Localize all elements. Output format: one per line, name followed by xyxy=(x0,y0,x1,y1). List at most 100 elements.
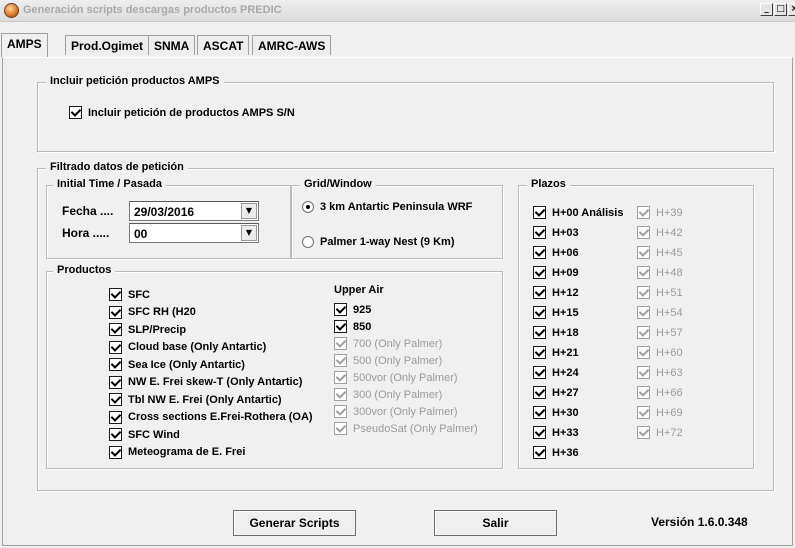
plazo-checkbox[interactable]: H+66 xyxy=(637,386,683,399)
tab-prod-ogimet[interactable]: Prod.Ogimet xyxy=(65,35,150,55)
upper-air-checkbox[interactable]: 300 (Only Palmer) xyxy=(334,388,442,401)
producto-checkbox[interactable]: Sea Ice (Only Antartic) xyxy=(109,358,245,371)
plazo-checkbox[interactable]: H+72 xyxy=(637,426,683,439)
checkbox-box[interactable] xyxy=(533,246,546,259)
plazo-checkbox[interactable]: H+06 xyxy=(533,246,579,259)
plazo-checkbox[interactable]: H+48 xyxy=(637,266,683,279)
plazo-checkbox[interactable]: H+69 xyxy=(637,406,683,419)
upper-air-checkbox[interactable]: PseudoSat (Only Palmer) xyxy=(334,422,478,435)
checkbox-box[interactable] xyxy=(109,445,122,459)
checkbox-box[interactable] xyxy=(334,405,347,418)
upper-air-checkbox[interactable]: 500 (Only Palmer) xyxy=(334,354,442,367)
checkbox-box[interactable] xyxy=(533,366,546,379)
radio-button[interactable] xyxy=(302,201,314,213)
plazo-checkbox[interactable]: H+24 xyxy=(533,366,579,379)
hora-dropdown[interactable]: 00 ▼ xyxy=(129,223,259,243)
checkbox-box[interactable] xyxy=(109,393,122,406)
incluir-amps-checkbox[interactable]: Incluir petición de productos AMPS S/N xyxy=(69,106,295,119)
checkbox-box[interactable] xyxy=(533,286,546,299)
salir-button[interactable]: Salir xyxy=(434,510,557,536)
checkbox-box[interactable] xyxy=(637,346,650,359)
checkbox-box[interactable] xyxy=(637,406,650,419)
producto-checkbox[interactable]: SFC RH (H20 xyxy=(109,305,196,319)
plazo-checkbox[interactable]: H+18 xyxy=(533,326,579,339)
plazo-checkbox[interactable]: H+54 xyxy=(637,306,683,319)
upper-air-checkbox[interactable]: 300vor (Only Palmer) xyxy=(334,405,458,418)
checkbox-box[interactable] xyxy=(637,286,650,299)
checkbox-box[interactable] xyxy=(109,410,122,424)
upper-air-checkbox[interactable]: 850 xyxy=(334,320,371,333)
checkbox-box[interactable] xyxy=(334,422,347,435)
plazo-checkbox[interactable]: H+33 xyxy=(533,426,579,439)
checkbox-box[interactable] xyxy=(637,386,650,399)
plazo-checkbox[interactable]: H+15 xyxy=(533,306,579,319)
producto-checkbox[interactable]: Meteograma de E. Frei xyxy=(109,445,245,459)
tab-ascat[interactable]: ASCAT xyxy=(197,35,250,55)
plazo-checkbox[interactable]: H+09 xyxy=(533,266,579,279)
plazo-checkbox[interactable]: H+63 xyxy=(637,366,683,379)
producto-checkbox[interactable]: SFC xyxy=(109,288,150,301)
checkbox-box[interactable] xyxy=(109,323,122,336)
minimize-button[interactable]: _ xyxy=(760,3,773,16)
checkbox-box[interactable] xyxy=(533,326,546,339)
plazo-checkbox[interactable]: H+00 Análisis xyxy=(533,206,623,219)
producto-checkbox[interactable]: Tbl NW E. Frei (Only Antartic) xyxy=(109,393,282,406)
producto-checkbox[interactable]: SLP/Precip xyxy=(109,323,186,336)
radio-palmer-nest[interactable]: Palmer 1-way Nest (9 Km) xyxy=(302,236,455,248)
checkbox-box[interactable] xyxy=(334,303,347,316)
radio-button[interactable] xyxy=(302,236,314,248)
checkbox-box[interactable] xyxy=(637,226,650,239)
checkbox-box[interactable] xyxy=(109,358,122,371)
tab-amrc-aws[interactable]: AMRC-AWS xyxy=(252,35,332,55)
plazo-checkbox[interactable]: H+30 xyxy=(533,406,579,419)
checkbox-box[interactable] xyxy=(109,375,122,389)
producto-checkbox[interactable]: SFC Wind xyxy=(109,428,180,441)
plazo-checkbox[interactable]: H+42 xyxy=(637,226,683,239)
checkbox-box[interactable] xyxy=(637,366,650,379)
plazo-checkbox[interactable]: H+60 xyxy=(637,346,683,359)
maximize-button[interactable]: □ xyxy=(774,3,787,16)
checkbox-box[interactable] xyxy=(533,346,546,359)
radio-3km-antartic[interactable]: 3 km Antartic Peninsula WRF xyxy=(302,201,472,213)
checkbox-box[interactable] xyxy=(533,226,546,239)
checkbox-box[interactable] xyxy=(533,206,546,219)
upper-air-checkbox[interactable]: 500vor (Only Palmer) xyxy=(334,371,458,384)
checkbox-box[interactable] xyxy=(69,106,82,119)
checkbox-box[interactable] xyxy=(109,428,122,441)
checkbox-box[interactable] xyxy=(533,386,546,399)
checkbox-box[interactable] xyxy=(109,288,122,301)
plazo-checkbox[interactable]: H+27 xyxy=(533,386,579,399)
checkbox-box[interactable] xyxy=(637,206,650,219)
checkbox-box[interactable] xyxy=(637,326,650,339)
tab-amps[interactable]: AMPS xyxy=(1,33,48,57)
checkbox-box[interactable] xyxy=(637,306,650,319)
plazo-checkbox[interactable]: H+21 xyxy=(533,346,579,359)
plazo-checkbox[interactable]: H+39 xyxy=(637,206,683,219)
checkbox-box[interactable] xyxy=(109,340,122,354)
chevron-down-icon[interactable]: ▼ xyxy=(241,225,257,241)
plazo-checkbox[interactable]: H+57 xyxy=(637,326,683,339)
plazo-checkbox[interactable]: H+45 xyxy=(637,246,683,259)
plazo-checkbox[interactable]: H+51 xyxy=(637,286,683,299)
generar-scripts-button[interactable]: Generar Scripts xyxy=(233,510,356,536)
producto-checkbox[interactable]: NW E. Frei skew-T (Only Antartic) xyxy=(109,375,302,389)
checkbox-box[interactable] xyxy=(109,305,122,319)
upper-air-checkbox[interactable]: 700 (Only Palmer) xyxy=(334,337,442,350)
close-button[interactable]: × xyxy=(788,3,795,16)
fecha-dropdown[interactable]: 29/03/2016 ▼ xyxy=(129,201,259,221)
checkbox-box[interactable] xyxy=(533,406,546,419)
plazo-checkbox[interactable]: H+03 xyxy=(533,226,579,239)
checkbox-box[interactable] xyxy=(334,354,347,367)
chevron-down-icon[interactable]: ▼ xyxy=(241,203,257,219)
checkbox-box[interactable] xyxy=(334,371,347,384)
producto-checkbox[interactable]: Cross sections E.Frei-Rothera (OA) xyxy=(109,410,313,424)
upper-air-checkbox[interactable]: 925 xyxy=(334,303,371,316)
tab-snma[interactable]: SNMA xyxy=(148,35,196,55)
checkbox-box[interactable] xyxy=(637,426,650,439)
checkbox-box[interactable] xyxy=(334,320,347,333)
checkbox-box[interactable] xyxy=(637,266,650,279)
plazo-checkbox[interactable]: H+36 xyxy=(533,446,579,459)
checkbox-box[interactable] xyxy=(533,266,546,279)
checkbox-box[interactable] xyxy=(533,306,546,319)
checkbox-box[interactable] xyxy=(533,426,546,439)
